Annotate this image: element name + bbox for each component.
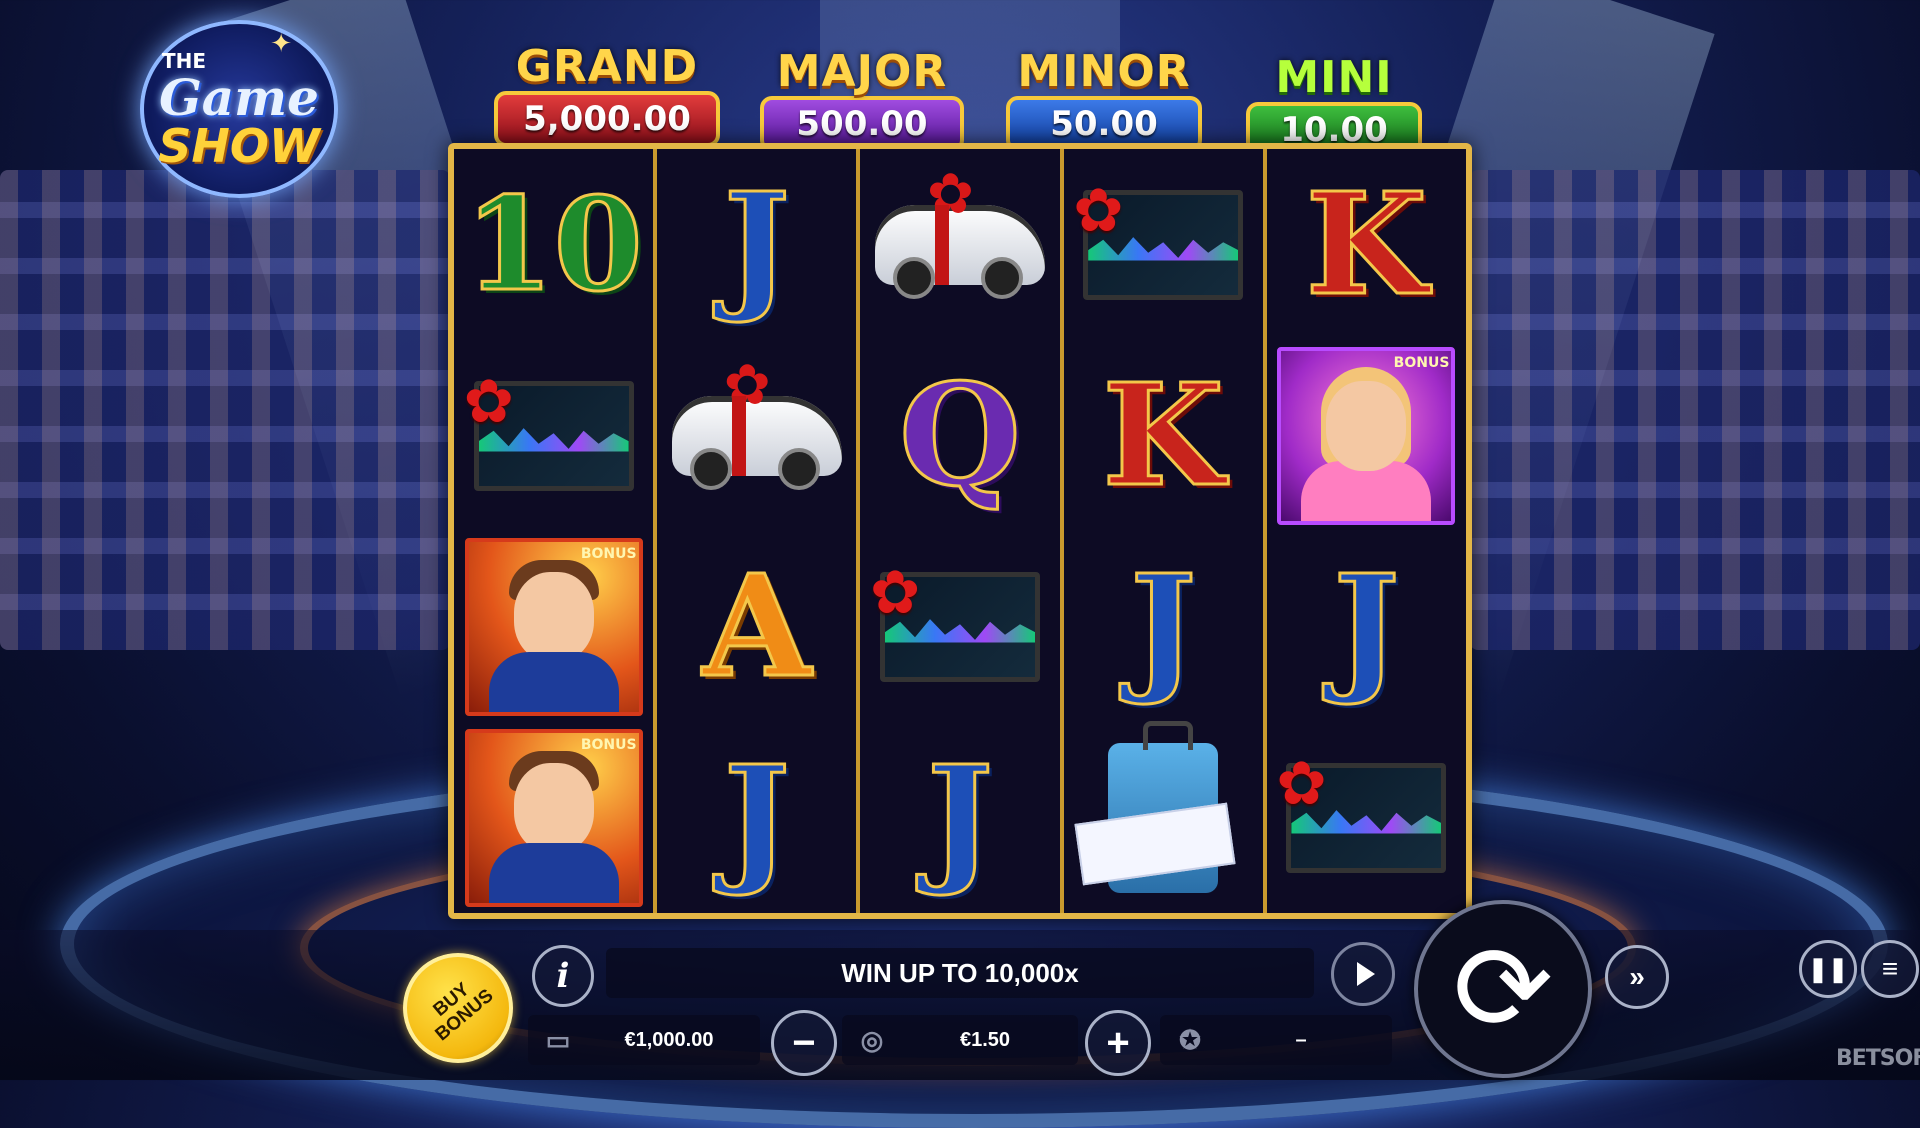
- card-symbol: J: [925, 735, 994, 900]
- tv-gift-symbol: ✿: [870, 559, 1040, 682]
- bet-value: €1.50: [959, 1028, 1011, 1051]
- jackpot-minor: MINOR 50.00: [1006, 50, 1202, 152]
- bow-icon: ✿: [1276, 749, 1327, 817]
- host-bonus-symbol: BONUS: [464, 728, 643, 907]
- card-symbol: J: [1332, 544, 1401, 709]
- info-icon: i: [556, 956, 570, 996]
- card-symbol: K: [1304, 162, 1429, 327]
- menu-button[interactable]: ≡: [1861, 940, 1919, 998]
- jackpot-mini-label: MINI: [1275, 52, 1393, 103]
- audience-right: [1470, 170, 1920, 650]
- buy-bonus-label: BUY BONUS: [429, 979, 498, 1046]
- symbol-cell: J: [657, 149, 856, 340]
- game-logo: ✦ THE Game SHOW: [140, 20, 338, 198]
- pause-button[interactable]: ❚❚: [1799, 940, 1857, 998]
- bonus-tag: BONUS: [580, 545, 637, 562]
- tv-gift-symbol: ✿: [1073, 177, 1244, 300]
- reel-5: K BONUS J ✿: [1267, 149, 1466, 913]
- provider-logo: BETSOFT: [1836, 1046, 1920, 1071]
- menu-icon: ≡: [1881, 953, 1899, 984]
- bonus-tag: BONUS: [580, 736, 637, 753]
- bow-icon: ✿: [1073, 176, 1124, 244]
- jackpot-grand: GRAND 5,000.00: [494, 45, 720, 147]
- card-symbol: Q: [898, 353, 1023, 518]
- audience-left: [0, 170, 450, 650]
- bet-display: ◎ €1.50: [842, 1015, 1078, 1065]
- bonus-tag: BONUS: [1393, 354, 1450, 371]
- symbol-cell: ✿: [1267, 722, 1466, 913]
- symbol-cell: ✿: [860, 531, 1059, 722]
- tv-gift-symbol: ✿: [1276, 750, 1447, 873]
- symbol-cell: K: [1267, 149, 1466, 340]
- tv-gift-symbol: ✿: [464, 368, 634, 491]
- reel-grid: 10 ✿ BONUS BONUS J ✿ A J ✿ Q ✿ J ✿ K J K BONUS J ✿: [448, 143, 1472, 919]
- coins-icon: ◎: [860, 1024, 884, 1055]
- increase-bet-button[interactable]: +: [1085, 1010, 1151, 1076]
- star-icon: ✦: [270, 28, 292, 58]
- win-display: ✪ –: [1160, 1015, 1392, 1065]
- decrease-bet-button[interactable]: −: [771, 1010, 837, 1076]
- symbol-cell: A: [657, 531, 856, 722]
- spin-button[interactable]: ⟳: [1414, 900, 1592, 1078]
- award-icon: ✪: [1179, 1024, 1201, 1055]
- symbol-cell: ✿: [860, 149, 1059, 340]
- car-gift-symbol: ✿: [671, 353, 842, 490]
- host-bonus-symbol: BONUS: [464, 537, 643, 716]
- logo-game: Game: [159, 68, 319, 127]
- pause-icon: ❚❚: [1807, 955, 1849, 983]
- symbol-cell: [1064, 720, 1263, 913]
- minus-icon: −: [792, 1020, 816, 1065]
- jackpot-grand-value: 5,000.00: [494, 91, 720, 147]
- reel-3: ✿ Q ✿ J: [860, 149, 1064, 913]
- card-symbol: J: [722, 735, 791, 900]
- wallet-icon: ▭: [545, 1024, 571, 1055]
- jackpot-major: MAJOR 500.00: [760, 50, 964, 152]
- symbol-cell: BONUS: [1267, 340, 1466, 531]
- symbol-cell: BONUS: [454, 531, 653, 722]
- car-gift-symbol: ✿: [875, 162, 1045, 299]
- symbol-cell: J: [1267, 531, 1466, 722]
- jackpot-grand-label: GRAND: [515, 41, 699, 92]
- reel-2: J ✿ A J: [657, 149, 861, 913]
- symbol-cell: Q: [860, 340, 1059, 531]
- info-button[interactable]: i: [532, 945, 594, 1007]
- symbol-cell: 10: [454, 149, 653, 340]
- card-symbol: J: [722, 162, 791, 327]
- turbo-button[interactable]: »: [1605, 945, 1669, 1009]
- card-symbol: K: [1101, 353, 1226, 518]
- jackpot-minor-label: MINOR: [1017, 46, 1191, 97]
- luggage-ticket-symbol: [1074, 720, 1236, 893]
- play-icon: [1357, 962, 1375, 986]
- plus-icon: +: [1106, 1020, 1130, 1065]
- symbol-cell: BONUS: [454, 722, 653, 913]
- symbol-cell: ✿: [454, 340, 653, 531]
- bow-icon: ✿: [870, 558, 921, 626]
- symbol-cell: J: [1064, 531, 1263, 722]
- symbol-cell: ✿: [1064, 149, 1263, 340]
- message-banner: WIN UP TO 10,000x: [606, 948, 1314, 998]
- jackpot-major-label: MAJOR: [776, 46, 948, 97]
- card-symbol: 10: [463, 169, 644, 320]
- autoplay-button[interactable]: [1331, 942, 1395, 1006]
- symbol-cell: J: [657, 722, 856, 913]
- logo-show: SHOW: [158, 119, 320, 173]
- symbol-cell: ✿: [657, 340, 856, 531]
- reel-1: 10 ✿ BONUS BONUS: [454, 149, 658, 913]
- win-value: –: [1295, 1028, 1307, 1051]
- symbol-cell: K: [1064, 340, 1263, 531]
- balance-value: €1,000.00: [624, 1028, 714, 1051]
- hostess-bonus-symbol: BONUS: [1277, 346, 1456, 525]
- spin-icon: ⟳: [1452, 922, 1554, 1056]
- fast-forward-icon: »: [1629, 961, 1645, 992]
- card-symbol: J: [1129, 544, 1198, 709]
- buy-bonus-button[interactable]: BUY BONUS: [403, 953, 513, 1063]
- symbol-cell: J: [860, 722, 1059, 913]
- balance-display: ▭ €1,000.00: [528, 1015, 760, 1065]
- reel-4: ✿ K J: [1064, 149, 1267, 913]
- bow-icon: ✿: [463, 367, 514, 435]
- card-symbol: A: [701, 544, 813, 709]
